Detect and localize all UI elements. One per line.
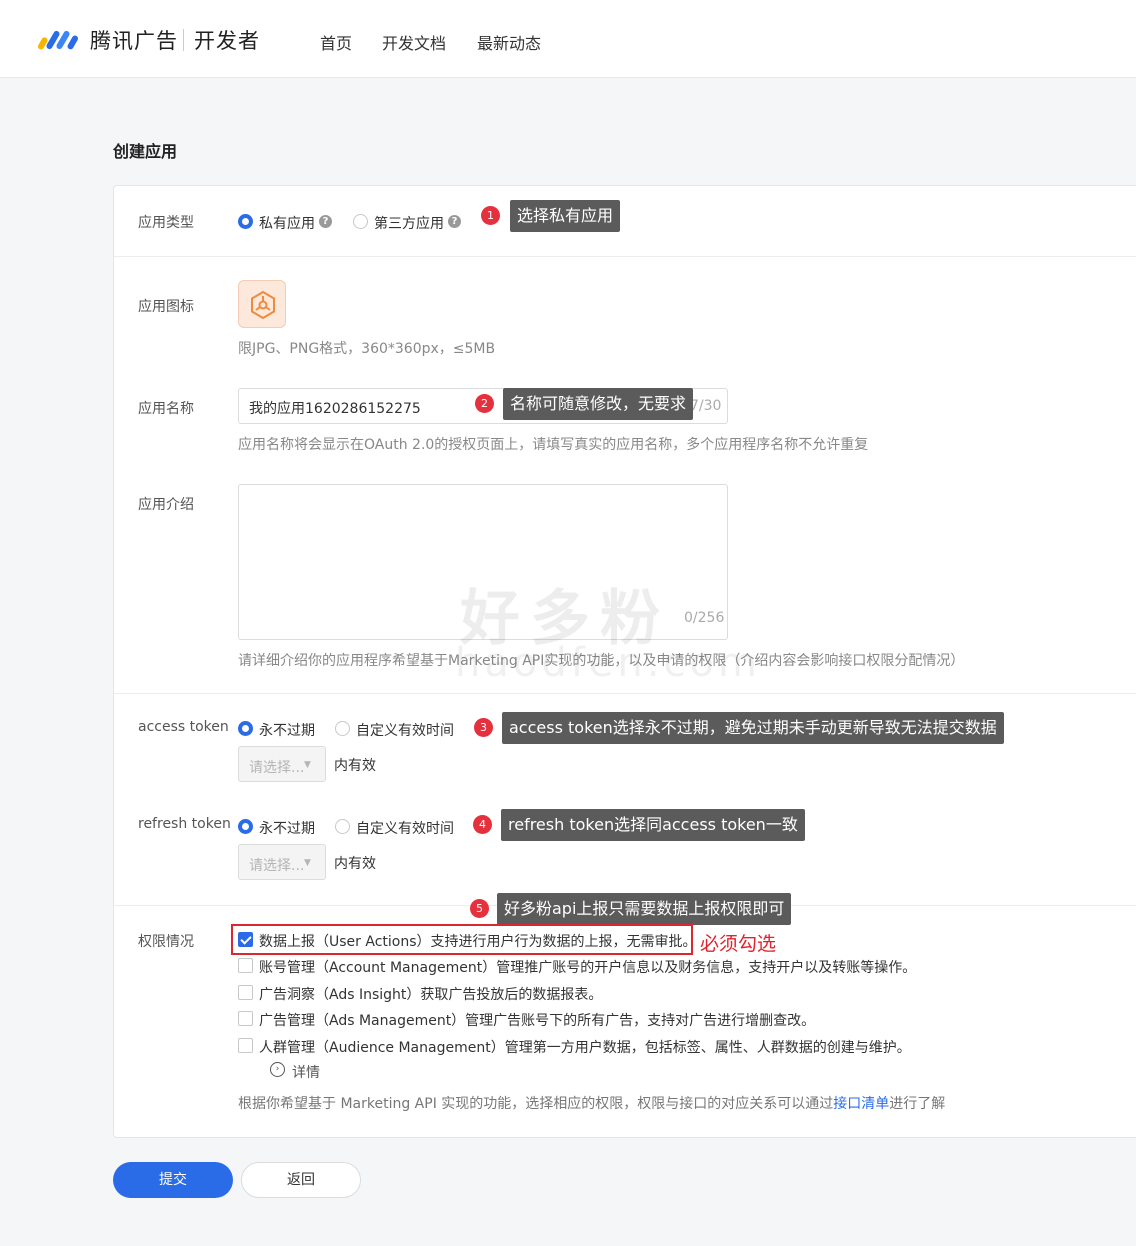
app-icon-label: 应用图标 bbox=[138, 299, 194, 315]
annotation-badge: 1 bbox=[481, 206, 500, 225]
refresh-never-expire-label[interactable]: 永不过期 bbox=[259, 818, 315, 838]
cube-icon bbox=[251, 290, 275, 320]
access-custom-label[interactable]: 自定义有效时间 bbox=[356, 720, 454, 740]
api-list-link[interactable]: 接口清单 bbox=[833, 1096, 889, 1112]
app-name-value: 我的应用1620286152275 bbox=[249, 401, 421, 417]
brand-name[interactable]: 腾讯广告 bbox=[90, 25, 178, 55]
annotation-badge: 5 bbox=[470, 899, 489, 918]
third-party-app-label[interactable]: 第三方应用 bbox=[374, 213, 444, 233]
annotation-badge: 4 bbox=[473, 815, 492, 834]
access-select-placeholder: 请选择... bbox=[249, 760, 305, 776]
brand-subtitle[interactable]: 开发者 bbox=[194, 25, 260, 55]
checkbox-audience-management[interactable] bbox=[238, 1038, 253, 1053]
top-header: 腾讯广告 开发者 首页 开发文档 最新动态 bbox=[0, 0, 1136, 78]
annotation-tip: 好多粉api上报只需要数据上报权限即可 bbox=[497, 893, 792, 925]
private-app-label[interactable]: 私有应用 bbox=[259, 213, 315, 233]
checkbox-ads-insight[interactable] bbox=[238, 985, 253, 1000]
radio-access-never-expire[interactable] bbox=[238, 721, 253, 736]
checkbox-account-management[interactable] bbox=[238, 958, 253, 973]
app-name-hint: 应用名称将会显示在OAuth 2.0的授权页面上，请填写真实的应用名称，多个应用… bbox=[238, 437, 869, 453]
checkbox-ads-management[interactable] bbox=[238, 1011, 253, 1026]
back-button[interactable]: 返回 bbox=[241, 1162, 361, 1198]
radio-refresh-never-expire[interactable] bbox=[238, 819, 253, 834]
refresh-unit-label: 内有效 bbox=[334, 856, 376, 872]
footer-text-suffix: 进行了解 bbox=[889, 1096, 946, 1112]
perm-ads-insight[interactable]: 广告洞察（Ads Insight）获取广告投放后的数据报表。 bbox=[259, 984, 602, 1004]
watermark-url: haodfen.com bbox=[455, 640, 761, 686]
section-divider bbox=[114, 693, 1136, 694]
app-name-counter: 7/30 bbox=[690, 398, 722, 414]
page-title: 创建应用 bbox=[113, 142, 178, 161]
annotation-tip: access token选择永不过期，避免过期未手动更新导致无法提交数据 bbox=[502, 712, 1004, 744]
permissions-footer: 根据你希望基于 Marketing API 实现的功能，选择相应的权限，权限与接… bbox=[238, 1093, 945, 1113]
section-divider bbox=[114, 256, 1136, 257]
submit-button[interactable]: 提交 bbox=[113, 1162, 233, 1198]
nav-news[interactable]: 最新动态 bbox=[477, 30, 541, 54]
perm-audience-management[interactable]: 人群管理（Audience Management）管理第一方用户数据，包括标签、… bbox=[259, 1037, 911, 1057]
chevron-down-icon: ▼ bbox=[304, 760, 311, 770]
footer-text: 根据你希望基于 Marketing API 实现的功能，选择相应的权限，权限与接… bbox=[238, 1096, 834, 1112]
help-icon[interactable]: ? bbox=[448, 215, 461, 228]
app-type-label: 应用类型 bbox=[138, 215, 194, 231]
refresh-custom-label[interactable]: 自定义有效时间 bbox=[356, 818, 454, 838]
app-intro-label: 应用介绍 bbox=[138, 497, 194, 513]
radio-third-party-app[interactable] bbox=[353, 214, 368, 229]
help-icon[interactable]: ? bbox=[319, 215, 332, 228]
refresh-select-placeholder: 请选择... bbox=[249, 858, 305, 874]
chevron-down-icon: ▼ bbox=[304, 858, 311, 868]
access-never-expire-label[interactable]: 永不过期 bbox=[259, 720, 315, 740]
annotation-tip: 选择私有应用 bbox=[510, 200, 621, 232]
annotation-tip: 名称可随意修改，无要求 bbox=[503, 388, 694, 420]
annotation-badge: 3 bbox=[474, 718, 493, 737]
perm-account-management[interactable]: 账号管理（Account Management）管理推广账号的开户信息以及财务信… bbox=[259, 957, 916, 977]
must-check-note: 必须勾选 bbox=[700, 933, 777, 955]
app-name-label: 应用名称 bbox=[138, 401, 194, 417]
nav-docs[interactable]: 开发文档 bbox=[382, 30, 446, 54]
highlight-box bbox=[231, 924, 693, 955]
brand-divider bbox=[183, 29, 184, 51]
permissions-label: 权限情况 bbox=[138, 934, 194, 950]
perm-ads-management[interactable]: 广告管理（Ads Management）管理广告账号下的所有广告，支持对广告进行… bbox=[259, 1010, 815, 1030]
details-link[interactable]: 详情 bbox=[292, 1062, 320, 1082]
app-icon-upload[interactable] bbox=[238, 280, 286, 328]
chevron-right-icon[interactable]: › bbox=[270, 1062, 285, 1077]
refresh-token-label: refresh token bbox=[138, 816, 231, 832]
annotation-tip: refresh token选择同access token一致 bbox=[501, 809, 805, 841]
annotation-badge: 2 bbox=[475, 394, 494, 413]
access-unit-label: 内有效 bbox=[334, 758, 376, 774]
nav-home[interactable]: 首页 bbox=[320, 30, 352, 54]
access-token-label: access token bbox=[138, 719, 229, 735]
app-intro-counter: 0/256 bbox=[684, 610, 725, 626]
app-icon-hint: 限JPG、PNG格式，360*360px，≤5MB bbox=[238, 341, 496, 357]
radio-private-app[interactable] bbox=[238, 214, 253, 229]
tencent-ads-logo-icon[interactable] bbox=[38, 27, 84, 51]
radio-refresh-custom[interactable] bbox=[335, 819, 350, 834]
radio-access-custom[interactable] bbox=[335, 721, 350, 736]
